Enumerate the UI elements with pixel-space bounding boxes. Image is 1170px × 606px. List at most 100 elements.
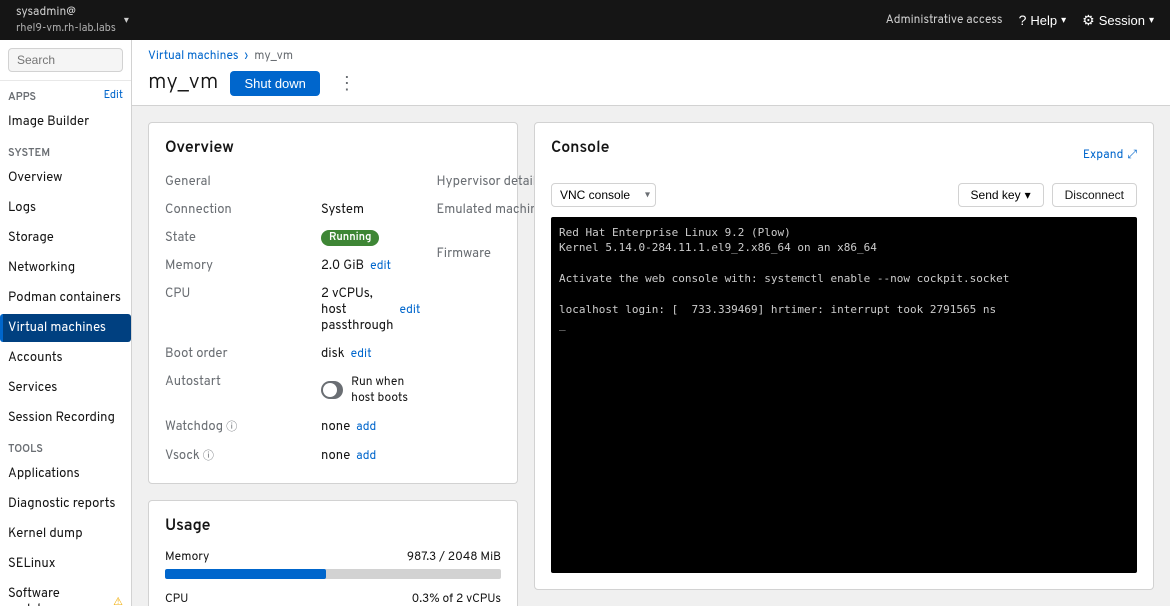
warning-icon: ⚠ — [113, 595, 123, 606]
overview-left-col: General Connection System State Running … — [165, 171, 420, 467]
console-title: Console — [551, 139, 609, 159]
breadcrumb-parent[interactable]: Virtual machines — [148, 48, 239, 64]
cpu-usage-label: CPU — [165, 591, 188, 606]
memory-edit-link[interactable]: edit — [370, 258, 391, 274]
sidebar-item-applications[interactable]: Applications — [0, 460, 131, 488]
hostname: rhel9-vm.rh-lab.labs — [16, 22, 116, 36]
send-key-button[interactable]: Send key ▾ — [958, 183, 1044, 207]
boot-order-label: Boot order — [165, 343, 305, 365]
boot-order-value: disk edit — [321, 343, 420, 365]
overview-grid-left: General Connection System State Running … — [165, 171, 420, 467]
sidebar-item-selinux[interactable]: SELinux — [0, 550, 131, 578]
console-card: Console Expand ⤢ VNC console — [534, 122, 1154, 590]
sidebar-item-image-builder[interactable]: Image Builder — [0, 108, 131, 136]
apps-section: Apps Edit — [0, 81, 131, 107]
expand-button[interactable]: Expand ⤢ — [1083, 147, 1137, 163]
sidebar-item-overview[interactable]: Overview — [0, 164, 131, 192]
vnc-select[interactable]: VNC console — [551, 183, 656, 207]
help-icon: ? — [1019, 12, 1027, 28]
memory-value: 2.0 GiB edit — [321, 255, 420, 277]
help-chevron-icon: ▾ — [1061, 15, 1066, 26]
cpu-usage-row: CPU 0.3% of 2 vCPUs — [165, 591, 501, 606]
console-output: Red Hat Enterprise Linux 9.2 (Plow) Kern… — [559, 225, 1129, 333]
sidebar-item-networking[interactable]: Networking — [0, 254, 131, 282]
memory-progress-fill — [165, 569, 326, 579]
general-value — [321, 171, 420, 193]
sidebar-item-session-recording[interactable]: Session Recording — [0, 404, 131, 432]
admin-access-label: Administrative access — [886, 12, 1003, 28]
tools-section: Tools — [0, 433, 131, 459]
autostart-toggle[interactable] — [321, 381, 343, 399]
memory-label: Memory — [165, 255, 305, 277]
sidebar-item-storage[interactable]: Storage — [0, 224, 131, 252]
watchdog-add-link[interactable]: add — [356, 419, 376, 435]
sidebar-item-accounts[interactable]: Accounts — [0, 344, 131, 372]
overview-title: Overview — [165, 139, 501, 159]
boot-order-edit-link[interactable]: edit — [351, 346, 372, 362]
sidebar: Apps Edit Image Builder System Overview … — [0, 40, 132, 606]
running-badge: Running — [321, 230, 379, 246]
username: sysadmin@ — [16, 4, 76, 20]
sidebar-item-diagnostic[interactable]: Diagnostic reports — [0, 490, 131, 518]
overview-card: Overview General Connection System State — [148, 122, 518, 484]
help-button[interactable]: ? Help ▾ — [1019, 12, 1067, 28]
topbar-chevron[interactable]: ▾ — [124, 14, 129, 27]
memory-usage-labels: Memory 987.3 / 2048 MiB — [165, 549, 501, 565]
breadcrumb: Virtual machines › my_vm — [148, 48, 1154, 64]
main-content: Virtual machines › my_vm my_vm Shut down… — [132, 40, 1170, 606]
memory-usage-row: Memory 987.3 / 2048 MiB — [165, 549, 501, 579]
overview-two-col: General Connection System State Running … — [165, 171, 501, 467]
expand-icon: ⤢ — [1127, 147, 1137, 163]
memory-usage-value: 987.3 / 2048 MiB — [407, 549, 501, 565]
memory-usage-label: Memory — [165, 549, 209, 565]
sidebar-item-label: Image Builder — [8, 114, 89, 130]
usage-card: Usage Memory 987.3 / 2048 MiB CPU — [148, 500, 518, 606]
help-label: Help — [1030, 13, 1057, 28]
console-header: Console Expand ⤢ — [551, 139, 1137, 171]
sidebar-item-logs[interactable]: Logs — [0, 194, 131, 222]
system-section-label: System — [8, 147, 50, 161]
topbar-user-info: sysadmin@ rhel9-vm.rh-lab.labs ▾ — [16, 4, 129, 36]
usage-title: Usage — [165, 517, 501, 537]
autostart-value[interactable]: Run when host boots — [321, 371, 420, 409]
breadcrumb-current: my_vm — [254, 48, 293, 64]
watchdog-info-icon[interactable]: ⓘ — [226, 421, 237, 435]
state-label: State — [165, 227, 305, 249]
state-value: Running — [321, 227, 420, 249]
search-input[interactable] — [8, 48, 123, 72]
sidebar-item-kernel-dump[interactable]: Kernel dump — [0, 520, 131, 548]
sidebar-item-virtual-machines[interactable]: Virtual machines — [0, 314, 131, 342]
vsock-add-link[interactable]: add — [356, 448, 376, 464]
watchdog-value: none add — [321, 415, 420, 438]
cpu-usage-value: 0.3% of 2 vCPUs — [412, 591, 501, 606]
console-controls: VNC console Send key ▾ Disconnect — [551, 183, 1137, 207]
console-screen: Red Hat Enterprise Linux 9.2 (Plow) Kern… — [551, 217, 1137, 573]
kebab-menu-button[interactable]: ⋮ — [332, 71, 362, 96]
session-button[interactable]: ⚙ Session ▾ — [1082, 12, 1154, 29]
apps-edit-link[interactable]: Edit — [104, 89, 123, 103]
gear-icon: ⚙ — [1082, 12, 1095, 29]
disconnect-button[interactable]: Disconnect — [1052, 183, 1137, 207]
breadcrumb-separator-icon: › — [245, 48, 249, 64]
cpu-edit-link[interactable]: edit — [399, 302, 420, 318]
sidebar-item-podman[interactable]: Podman containers — [0, 284, 131, 312]
vsock-info-icon[interactable]: ⓘ — [203, 450, 214, 464]
user-label: sysadmin@ rhel9-vm.rh-lab.labs — [16, 4, 116, 36]
session-chevron-icon: ▾ — [1149, 15, 1154, 26]
sidebar-search-area — [0, 40, 131, 81]
watchdog-label: Watchdog ⓘ — [165, 415, 305, 438]
vsock-label: Vsock ⓘ — [165, 444, 305, 467]
title-row: my_vm Shut down ⋮ — [148, 70, 1154, 105]
autostart-label: Autostart — [165, 371, 305, 409]
topbar-actions: Administrative access ? Help ▾ ⚙ Session… — [886, 12, 1154, 29]
inner-content: Overview General Connection System State — [132, 106, 1170, 606]
sidebar-item-software-updates[interactable]: Software updates ⚠ — [0, 580, 131, 606]
tools-section-label: Tools — [8, 443, 43, 457]
connection-label: Connection — [165, 199, 305, 221]
shut-down-button[interactable]: Shut down — [230, 71, 319, 96]
console-right-controls: Send key ▾ Disconnect — [958, 183, 1137, 207]
cpu-label: CPU — [165, 283, 305, 337]
sidebar-item-services[interactable]: Services — [0, 374, 131, 402]
breadcrumb-bar: Virtual machines › my_vm my_vm Shut down… — [132, 40, 1170, 106]
apps-section-label: Apps — [8, 91, 36, 105]
